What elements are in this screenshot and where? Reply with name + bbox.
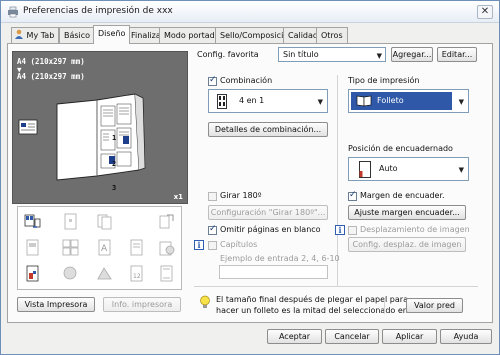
function-icon-panel: A 12 [17,206,182,290]
tab-label: Calidad [288,31,318,40]
tab-label: My Tab [26,31,55,40]
copies-count: x1 [173,193,183,201]
close-button[interactable]: ✕ [477,5,493,19]
document-icon[interactable] [128,239,145,256]
combination-select[interactable]: 4 en 1 ▼ [208,89,328,113]
tab-my-tab[interactable]: My Tab [11,27,60,43]
info-icon: i [335,225,345,235]
binding-margin-label: Margen de encuader. [360,191,445,200]
page-number-2: 2 [112,160,117,168]
rotate180-label: Girar 180º [220,191,262,200]
svg-text:A: A [101,244,108,254]
grid-pages-icon [217,94,227,109]
cancel-button[interactable]: Cancelar [325,329,379,344]
rotate180-config-button[interactable]: Configuración "Girar 180º"... [208,205,328,220]
binding-position-value: Auto [379,164,398,173]
chapters-input[interactable] [219,265,328,279]
stamp-icon[interactable] [158,239,175,256]
tab-diseno[interactable]: Diseño [93,25,131,44]
booklet-preview-image [18,93,146,181]
info-icon: i [194,240,204,250]
combination-value: 4 en 1 [239,96,265,105]
combination-icon[interactable] [24,213,41,230]
poster-icon[interactable] [62,239,79,256]
image-shift-icon[interactable] [62,213,79,230]
user-icon [15,29,23,39]
info-message-line1: El tamaño final después de plegar el pap… [216,295,408,304]
add-favorite-button[interactable]: Agregar... [391,47,433,62]
chevron-down-icon: ▼ [458,98,464,106]
tab-label: Otros [321,31,343,40]
binding-margin-checkbox[interactable] [348,190,357,201]
booklet-icon[interactable] [24,265,41,282]
favorites-select[interactable]: Sin título ▼ [278,47,386,62]
ok-button[interactable]: Aceptar [267,329,322,344]
info-message-line2: hacer un folleto es la mitad del selecci… [216,306,408,315]
skip-blank-checkbox[interactable] [208,224,217,235]
overlay-icon[interactable] [96,265,113,282]
chapters-label: Capítulos [220,240,258,249]
output-size-label: A4 (210x297 mm) [17,72,85,81]
binding-position-select[interactable]: Auto ▼ [348,157,469,181]
tab-label: Diseño [98,29,126,38]
chapters-checkbox[interactable] [208,241,217,250]
favorites-value: Sin título [283,50,319,59]
svg-text:12: 12 [133,273,141,280]
combination-checkbox[interactable] [208,75,217,86]
print-type-selected: Folleto [351,92,452,110]
printer-view-button[interactable]: Vista Impresora [17,297,95,312]
booklet-icon [356,95,372,107]
tab-label: Básico [64,31,91,40]
apply-button[interactable]: Aplicar [382,329,437,344]
print-type-select[interactable]: Folleto ▼ [348,89,469,113]
image-shift-config-button[interactable]: Config. desplaz. de imagen [348,237,466,252]
header-footer-icon[interactable] [158,265,175,282]
binding-margin-adjust-button[interactable]: Ajuste margen encuader... [348,205,466,220]
page-number-1: 1 [112,134,117,142]
bottom-separator [194,286,478,287]
favorites-label: Config. favorita [197,50,259,59]
chevron-down-icon: ▼ [317,98,323,106]
window-title: Preferencias de impresión de xxx [23,6,173,16]
print-type-label: Tipo de impresión [348,76,420,85]
page-number-icon[interactable]: 12 [128,265,145,282]
image-shift-checkbox[interactable] [348,226,357,235]
help-button[interactable]: Ayuda [440,329,492,344]
default-values-button[interactable]: Valor pred [406,298,463,313]
combination-label: Combinación [220,76,273,85]
print-type-value: Folleto [377,96,404,105]
printer-icon [8,6,18,18]
tab-otros[interactable]: Otros [316,27,348,43]
chevron-down-icon: ▼ [458,166,464,174]
layout-preview: A4 (210x297 mm) ▼ A4 (210x297 mm) 1 2 3 … [12,51,188,204]
print-preferences-window: Preferencias de impresión de xxx ✕ My Ta… [0,0,500,355]
watermark-icon[interactable] [62,265,79,282]
printer-info-button[interactable]: Info. impresora [103,297,181,312]
lightbulb-icon [200,295,210,308]
tab-label: Modo portada [164,31,220,40]
chevron-down-icon: ▼ [376,52,382,60]
copy-pages-icon[interactable] [96,213,113,230]
image-shift-label: Desplazamiento de imagen [360,225,470,234]
rotate-page-icon[interactable] [158,213,175,230]
info-divider [384,299,385,314]
skip-blank-label: Omitir páginas en blanco [220,225,321,234]
page-number-3: 3 [112,184,117,192]
original-size-label: A4 (210x297 mm) [17,57,85,66]
binding-position-label: Posición de encuadernado [348,144,453,153]
combination-details-button[interactable]: Detalles de combinación... [208,122,328,137]
text-page-icon[interactable]: A [96,239,113,256]
edit-favorite-button[interactable]: Editar... [437,47,477,62]
rotate180-checkbox[interactable] [208,192,217,201]
title-bar: Preferencias de impresión de xxx ✕ [1,1,499,23]
chapters-example: Ejemplo de entrada 2, 4, 6-10 [220,254,340,263]
page-layout-icon[interactable] [24,239,41,256]
binding-page-icon [359,161,371,178]
tab-basico[interactable]: Básico [59,27,96,43]
